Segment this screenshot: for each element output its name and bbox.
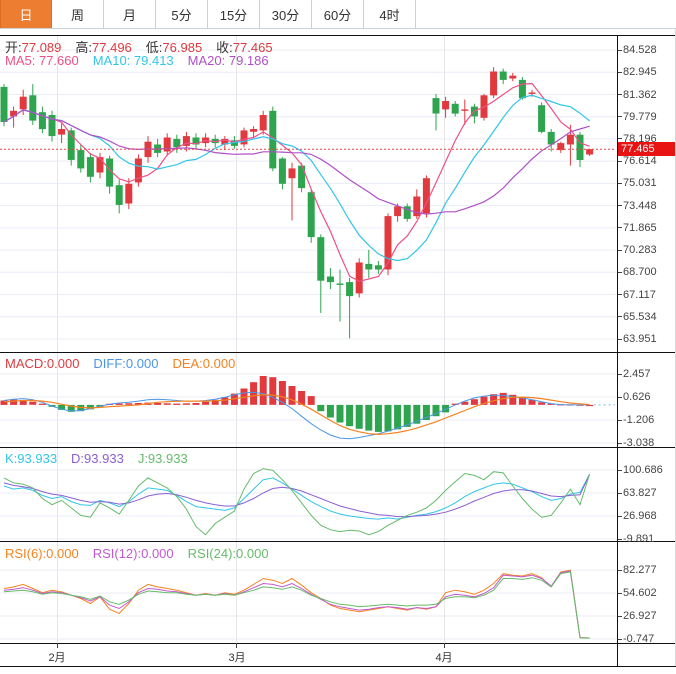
y-axis-tick	[618, 72, 622, 73]
macd-panel[interactable]	[0, 352, 617, 447]
y-axis-label: 75.031	[623, 177, 675, 189]
y-axis-tick	[618, 397, 622, 398]
y-axis-tick	[618, 539, 622, 540]
y-axis-label: 54.602	[623, 587, 675, 599]
kdj-panel[interactable]	[0, 447, 617, 541]
y-axis-tick	[618, 593, 622, 594]
y-axis-tick	[618, 294, 622, 295]
y-axis-tick	[618, 250, 622, 251]
tab-label: 15分	[220, 5, 247, 24]
time-label-mar: 3月	[221, 649, 253, 665]
y-axis-label: 79.779	[623, 111, 675, 123]
y-axis-label: 81.362	[623, 89, 675, 101]
y-axis-tick	[618, 227, 622, 228]
y-axis-tick	[618, 116, 622, 117]
tab-month[interactable]: 月	[104, 0, 156, 28]
tab-label: 周	[71, 5, 84, 24]
y-axis-label: 68.700	[623, 266, 675, 278]
y-axis-tick	[618, 94, 622, 95]
y-axis-label: -3.038	[623, 437, 675, 449]
y-axis-tick	[618, 570, 622, 571]
tab-30min[interactable]: 30分	[260, 0, 312, 28]
y-axis-tick	[618, 616, 622, 617]
y-axis-label: 73.448	[623, 200, 675, 212]
time-label-apr: 4月	[428, 649, 460, 665]
y-axis-tick	[618, 374, 622, 375]
y-axis-label: -0.747	[623, 633, 675, 645]
y-axis-tick	[618, 316, 622, 317]
y-axis-tick	[618, 470, 622, 471]
tab-label: 60分	[324, 5, 351, 24]
y-axis-label: 63.951	[623, 333, 675, 345]
tab-day[interactable]: 日	[0, 0, 52, 28]
last-price-tag: 77.465	[618, 142, 675, 156]
y-axis-label: 76.614	[623, 155, 675, 167]
y-axis-tick	[618, 272, 622, 273]
tab-15min[interactable]: 15分	[208, 0, 260, 28]
y-axis-tick	[618, 161, 622, 162]
y-axis-tick	[618, 639, 622, 640]
y-axis-label: 84.528	[623, 44, 675, 56]
timeframe-tabbar: 日 周 月 5分 15分 30分 60分 4时	[0, 0, 676, 29]
y-axis-tick	[618, 516, 622, 517]
tab-week[interactable]: 周	[52, 0, 104, 28]
tab-label: 5分	[171, 5, 191, 24]
y-axis-tick	[618, 138, 622, 139]
y-axis-label: 71.865	[623, 222, 675, 234]
tab-60min[interactable]: 60分	[312, 0, 364, 28]
tab-label: 日	[19, 5, 32, 24]
y-axis-label: 70.283	[623, 244, 675, 256]
y-axis-tick	[618, 205, 622, 206]
y-axis-tick	[618, 443, 622, 444]
y-axis-tick	[618, 420, 622, 421]
y-axis-label: -9.891	[623, 533, 675, 545]
y-axis-tick	[618, 493, 622, 494]
y-axis-label: 26.927	[623, 610, 675, 622]
y-axis-label: 82.277	[623, 564, 675, 576]
main-chart-panel[interactable]	[0, 35, 617, 352]
y-axis-label: 0.626	[623, 391, 675, 403]
y-axis-label: 65.534	[623, 311, 675, 323]
tab-label: 30分	[272, 5, 299, 24]
y-axis-tick	[618, 339, 622, 340]
y-axis-label: 63.827	[623, 487, 675, 499]
tab-label: 4时	[379, 5, 399, 24]
time-label-feb: 2月	[41, 649, 73, 665]
rsi-panel[interactable]	[0, 541, 617, 643]
tab-4hour[interactable]: 4时	[364, 0, 416, 28]
y-axis-label: 2.457	[623, 368, 675, 380]
y-axis-label: 82.945	[623, 66, 675, 78]
y-axis-label: 67.117	[623, 289, 675, 301]
tab-5min[interactable]: 5分	[156, 0, 208, 28]
y-axis-label: 26.968	[623, 510, 675, 522]
tab-label: 月	[123, 5, 136, 24]
y-axis-tick	[618, 183, 622, 184]
y-axis-label: 100.686	[623, 464, 675, 476]
y-axis-tick	[618, 50, 622, 51]
y-axis-label: -1.206	[623, 414, 675, 426]
